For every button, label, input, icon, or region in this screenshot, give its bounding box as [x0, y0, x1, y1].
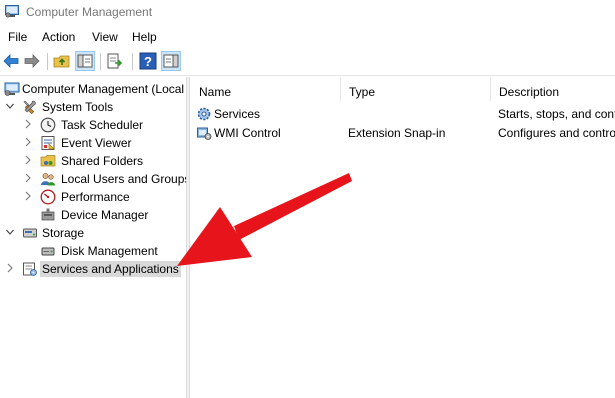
annotation-arrow	[177, 173, 352, 266]
arrow-shaft	[234, 173, 352, 240]
